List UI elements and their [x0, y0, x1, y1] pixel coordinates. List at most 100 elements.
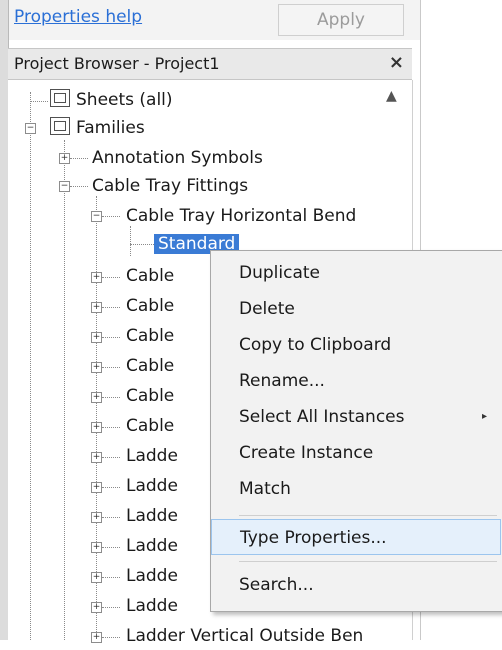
tree-item-label: Ladde	[126, 596, 178, 616]
tree-item[interactable]: Cable	[126, 382, 174, 410]
tree-guide-line	[102, 577, 120, 578]
expand-icon[interactable]: +	[91, 542, 102, 553]
sheets-icon	[50, 89, 70, 107]
menu-item-label: Delete	[239, 299, 295, 319]
menu-item-label: Duplicate	[239, 263, 320, 283]
expand-icon[interactable]: +	[91, 572, 102, 583]
tree-guide-line	[102, 637, 120, 638]
expand-icon[interactable]: +	[91, 452, 102, 463]
expand-icon[interactable]: +	[91, 422, 102, 433]
project-browser-title: Project Browser - Project1	[14, 54, 220, 73]
tree-guide-line	[130, 226, 131, 256]
menu-item-delete[interactable]: Delete	[211, 291, 501, 327]
tree-item[interactable]: Ladde	[126, 562, 178, 590]
menu-separator	[239, 561, 497, 562]
tree-guide-line	[70, 186, 88, 187]
menu-item-label: Copy to Clipboard	[239, 335, 392, 355]
tree-item-label: Cable	[126, 296, 175, 316]
collapse-icon[interactable]: −	[25, 123, 36, 134]
menu-item-label: Create Instance	[239, 443, 374, 463]
context-menu: Duplicate Delete Copy to Clipboard Renam…	[210, 250, 502, 612]
tree-item-label: Sheets (all)	[76, 90, 173, 110]
tree-item-label: Ladde	[126, 566, 178, 586]
tree-item-label: Families	[76, 118, 145, 138]
tree-item-families[interactable]: Families	[76, 114, 145, 142]
expand-icon[interactable]: +	[91, 392, 102, 403]
menu-item-copy-to-clipboard[interactable]: Copy to Clipboard	[211, 327, 501, 363]
tree-guide-line	[102, 547, 120, 548]
tree-item[interactable]: Ladde	[126, 442, 178, 470]
expand-icon[interactable]: +	[91, 332, 102, 343]
tree-item[interactable]: Ladde	[126, 532, 178, 560]
properties-help-link[interactable]: Properties help	[14, 7, 142, 27]
tree-guide-line	[102, 307, 120, 308]
menu-item-label: Rename...	[239, 371, 325, 391]
tree-item-annotation-symbols[interactable]: Annotation Symbols	[92, 144, 263, 172]
collapse-icon[interactable]: −	[59, 181, 70, 192]
expand-icon[interactable]: +	[91, 602, 102, 613]
tree-item-label: Ladde	[126, 506, 178, 526]
tree-item-ladder-vertical-outside-bend[interactable]: Ladder Vertical Outside Ben	[126, 622, 363, 650]
expand-icon[interactable]: +	[59, 153, 70, 164]
tree-item-label: Cable	[126, 266, 175, 286]
expand-icon[interactable]: +	[91, 512, 102, 523]
tree-guide-line	[130, 244, 154, 245]
tree-guide-line	[102, 427, 120, 428]
tree-item-label: Cable	[126, 416, 175, 436]
menu-item-select-all-instances[interactable]: Select All Instances ▸	[211, 399, 501, 435]
menu-item-rename[interactable]: Rename...	[211, 363, 501, 399]
expand-icon[interactable]: +	[91, 482, 102, 493]
tree-item[interactable]: Cable	[126, 412, 174, 440]
tree-guide-line	[102, 607, 120, 608]
expand-icon[interactable]: +	[91, 302, 102, 313]
tree-item-sheets[interactable]: Sheets (all)	[76, 86, 173, 114]
tree-guide-line	[102, 277, 120, 278]
expand-icon[interactable]: +	[91, 632, 102, 643]
tree-item-label: Cable	[126, 386, 175, 406]
menu-separator	[239, 515, 497, 516]
tree-item[interactable]: Cable	[126, 262, 174, 290]
tree-item[interactable]: Ladde	[126, 592, 178, 620]
menu-item-match[interactable]: Match	[211, 471, 501, 507]
scroll-up-icon[interactable]: ▲	[386, 88, 397, 104]
expand-icon[interactable]: +	[91, 272, 102, 283]
tree-item[interactable]: Ladde	[126, 472, 178, 500]
tree-item-label: Cable Tray Horizontal Bend	[126, 206, 357, 226]
tree-item-label: Cable	[126, 326, 175, 346]
tree-guide-line	[102, 216, 120, 217]
apply-button[interactable]: Apply	[278, 4, 404, 36]
tree-item-cable-tray-fittings[interactable]: Cable Tray Fittings	[92, 172, 248, 200]
expand-icon[interactable]: +	[91, 362, 102, 373]
project-browser-header: Project Browser - Project1 ×	[8, 48, 412, 80]
tree-guide-line	[70, 158, 88, 159]
tree-guide-line	[102, 517, 120, 518]
tree-guide-line	[30, 92, 31, 640]
menu-item-search[interactable]: Search...	[211, 567, 501, 603]
tree-guide-line	[102, 337, 120, 338]
menu-item-type-properties[interactable]: Type Properties...	[211, 519, 501, 555]
tree-item-cable-tray-horizontal-bend[interactable]: Cable Tray Horizontal Bend	[126, 202, 356, 230]
tree-item-label: Ladder Vertical Outside Ben	[126, 626, 364, 646]
tree-item-label: Cable	[126, 356, 175, 376]
menu-item-create-instance[interactable]: Create Instance	[211, 435, 501, 471]
menu-item-label: Match	[239, 479, 291, 499]
submenu-arrow-icon: ▸	[481, 411, 487, 422]
tree-guide-line	[64, 140, 65, 640]
tree-item-label: Annotation Symbols	[92, 148, 263, 168]
tree-item-label: Ladde	[126, 536, 178, 556]
close-icon[interactable]: ×	[389, 52, 404, 73]
tree-item-label: Cable Tray Fittings	[92, 176, 249, 196]
tree-guide-line	[102, 397, 120, 398]
menu-item-label: Select All Instances	[239, 407, 405, 427]
tree-item-label: Ladde	[126, 446, 178, 466]
menu-item-label: Type Properties...	[240, 528, 387, 548]
tree-item-label: Ladde	[126, 476, 178, 496]
menu-item-duplicate[interactable]: Duplicate	[211, 255, 501, 291]
collapse-icon[interactable]: −	[91, 211, 102, 222]
tree-item[interactable]: Ladde	[126, 502, 178, 530]
tree-item[interactable]: Cable	[126, 352, 174, 380]
tree-guide-line	[30, 101, 48, 102]
tree-guide-line	[102, 487, 120, 488]
tree-item[interactable]: Cable	[126, 292, 174, 320]
tree-item[interactable]: Cable	[126, 322, 174, 350]
